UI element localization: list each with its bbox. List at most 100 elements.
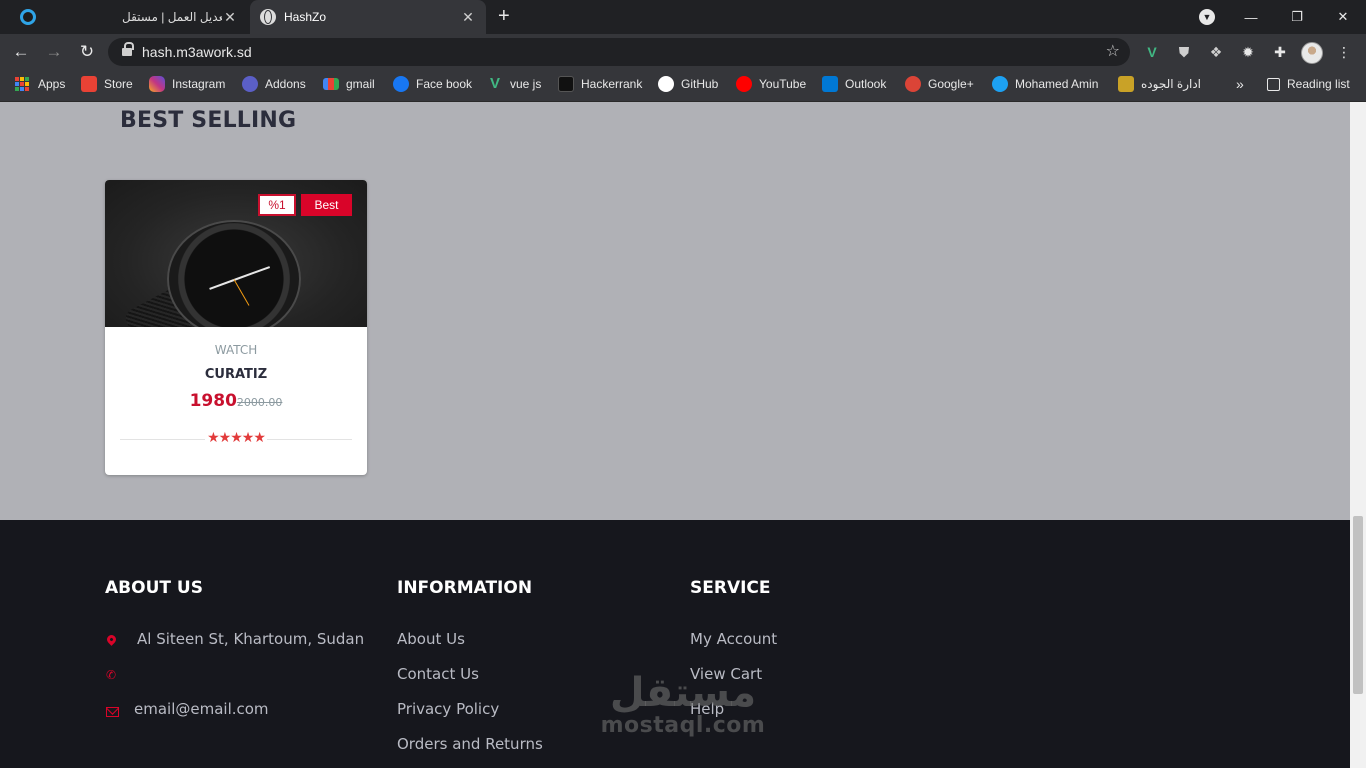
bookmark-label: Outlook — [845, 77, 887, 91]
bookmark-label: Apps — [38, 77, 66, 91]
footer-link-privacy-policy[interactable]: Privacy Policy — [397, 700, 499, 718]
discount-badge: %1 — [258, 194, 296, 216]
footer-link-about-us[interactable]: About Us — [397, 630, 465, 648]
product-category: WATCH — [214, 343, 258, 357]
gmail-icon — [323, 78, 339, 90]
instagram-icon — [149, 76, 165, 92]
footer-link-contact-us[interactable]: Contact Us — [397, 665, 479, 683]
footer-link-orders-returns[interactable]: Orders and Returns — [397, 735, 543, 753]
bookmark-twitter[interactable]: Mohamed Amin — [992, 70, 1098, 98]
tab-mostaql[interactable]: تعديل العمل | مستقل ✕ — [0, 0, 248, 34]
bookmark-facebook[interactable]: Face book — [393, 70, 472, 98]
close-window-icon[interactable]: ✕ — [1320, 0, 1366, 34]
minimize-icon[interactable]: — — [1228, 0, 1274, 34]
product-card[interactable]: %1 Best WATCH CURATIZ 19802000.00 ★★★★★ — [105, 180, 367, 475]
bookmark-label: ادارة الجوده — [1141, 77, 1201, 91]
scrollbar-thumb[interactable] — [1353, 516, 1363, 694]
tab-hashzo[interactable]: HashZo ✕ — [250, 0, 486, 34]
tab-search-icon[interactable]: ▼ — [1199, 9, 1215, 25]
bookmark-label: Instagram — [172, 77, 226, 91]
footer-address: Al Siteen St, Khartoum, Sudan — [137, 630, 365, 648]
page-scrollbar[interactable] — [1350, 102, 1366, 768]
bookmarks-bar: Apps Store Instagram Addons gmail Face b… — [0, 70, 1366, 102]
bookmark-outlook[interactable]: Outlook — [822, 70, 886, 98]
footer-service-title: SERVICE — [690, 578, 771, 598]
bookmark-star-icon[interactable]: ☆ — [1106, 38, 1120, 66]
restore-icon[interactable]: ❐ — [1274, 0, 1320, 34]
product-rating: ★★★★★ — [105, 429, 367, 447]
product-name[interactable]: CURATIZ — [105, 367, 367, 382]
profile-avatar[interactable] — [1301, 42, 1323, 64]
back-icon[interactable]: ← — [9, 40, 33, 64]
tab-title: HashZo — [284, 10, 327, 24]
hackerrank-icon — [558, 76, 574, 92]
map-pin-icon — [105, 633, 118, 646]
bookmark-hackerrank[interactable]: Hackerrank — [558, 70, 642, 98]
bookmarks-overflow-button[interactable]: » — [1236, 70, 1244, 98]
page-viewport: BEST SELLING %1 Best WATCH CURATIZ 19802… — [0, 102, 1350, 768]
bookmark-label: Store — [104, 77, 133, 91]
phone-icon: ✆ — [106, 668, 117, 682]
section-title: BEST SELLING — [120, 108, 297, 133]
footer-about-title: ABOUT US — [105, 578, 203, 598]
watch-face — [167, 220, 301, 327]
store-icon — [81, 76, 97, 92]
bookmark-vuejs[interactable]: V vue js — [487, 70, 541, 98]
bookmark-github[interactable]: GitHub — [658, 70, 718, 98]
forward-icon[interactable]: → — [42, 40, 66, 64]
mail-icon — [106, 707, 119, 717]
watermark-latin: mostaql.com — [600, 713, 766, 738]
reading-list-label: Reading list — [1287, 77, 1350, 91]
apps-grid-icon — [15, 77, 29, 91]
bookmark-instagram[interactable]: Instagram — [149, 70, 225, 98]
footer-link-my-account[interactable]: My Account — [690, 630, 777, 648]
dropbox-icon[interactable]: ❖ — [1206, 42, 1226, 62]
bookmark-label: Mohamed Amin — [1015, 77, 1099, 91]
watermark-arabic: مستقل — [609, 670, 757, 716]
addons-icon — [242, 76, 258, 92]
google-plus-icon — [905, 76, 921, 92]
bookmark-quality[interactable]: ادارة الجوده — [1118, 70, 1201, 98]
bookmark-apps[interactable]: Apps — [15, 70, 65, 98]
bookmark-addons[interactable]: Addons — [242, 70, 306, 98]
lock-icon[interactable] — [122, 42, 134, 57]
bookmark-label: Addons — [265, 77, 306, 91]
bookmark-label: vue js — [510, 77, 542, 91]
reading-list-icon — [1267, 77, 1280, 91]
shield-icon[interactable]: ⛊ — [1174, 42, 1194, 62]
globe-icon — [260, 9, 276, 25]
outlook-icon — [822, 76, 838, 92]
bookmark-gmail[interactable]: gmail — [323, 70, 375, 98]
bookmark-store[interactable]: Store — [81, 70, 133, 98]
tab-close-icon[interactable]: ✕ — [222, 9, 238, 26]
footer-email[interactable]: email@email.com — [134, 700, 269, 718]
rating-stars-icon: ★★★★★ — [205, 429, 267, 445]
bookmark-googleplus[interactable]: Google+ — [905, 70, 974, 98]
reading-list-button[interactable]: Reading list — [1267, 70, 1350, 98]
tab-close-icon[interactable]: ✕ — [460, 9, 476, 26]
bookmark-label: Google+ — [928, 77, 974, 91]
vue-icon: V — [489, 75, 500, 92]
bookmark-label: Face book — [416, 77, 473, 91]
tab-title: تعديل العمل | مستقل — [122, 10, 222, 24]
menu-dots-icon[interactable]: ⋮ — [1334, 42, 1354, 62]
address-bar[interactable]: hash.m3awork.sd ☆ — [108, 38, 1130, 66]
product-price: 1980 — [189, 391, 237, 411]
github-icon — [658, 76, 674, 92]
mostaql-favicon-icon — [20, 9, 36, 25]
url-text[interactable]: hash.m3awork.sd — [142, 38, 252, 66]
vue-devtools-icon[interactable]: V — [1142, 42, 1162, 62]
bookmark-label: Hackerrank — [581, 77, 643, 91]
bookmark-label: gmail — [346, 77, 375, 91]
product-old-price: 2000.00 — [236, 396, 283, 409]
product-image[interactable]: %1 Best — [105, 180, 367, 327]
gorilla-extension-icon[interactable]: ✹ — [1238, 42, 1258, 62]
new-tab-button[interactable]: + — [498, 5, 510, 27]
quality-icon — [1118, 76, 1134, 92]
mostaql-watermark: مستقل mostaql.com — [598, 672, 768, 738]
bookmark-label: YouTube — [759, 77, 807, 91]
reload-icon[interactable]: ↻ — [75, 40, 99, 64]
extensions-puzzle-icon[interactable]: ✚ — [1270, 42, 1290, 62]
bookmark-youtube[interactable]: YouTube — [736, 70, 806, 98]
footer-information-title: INFORMATION — [397, 578, 533, 598]
